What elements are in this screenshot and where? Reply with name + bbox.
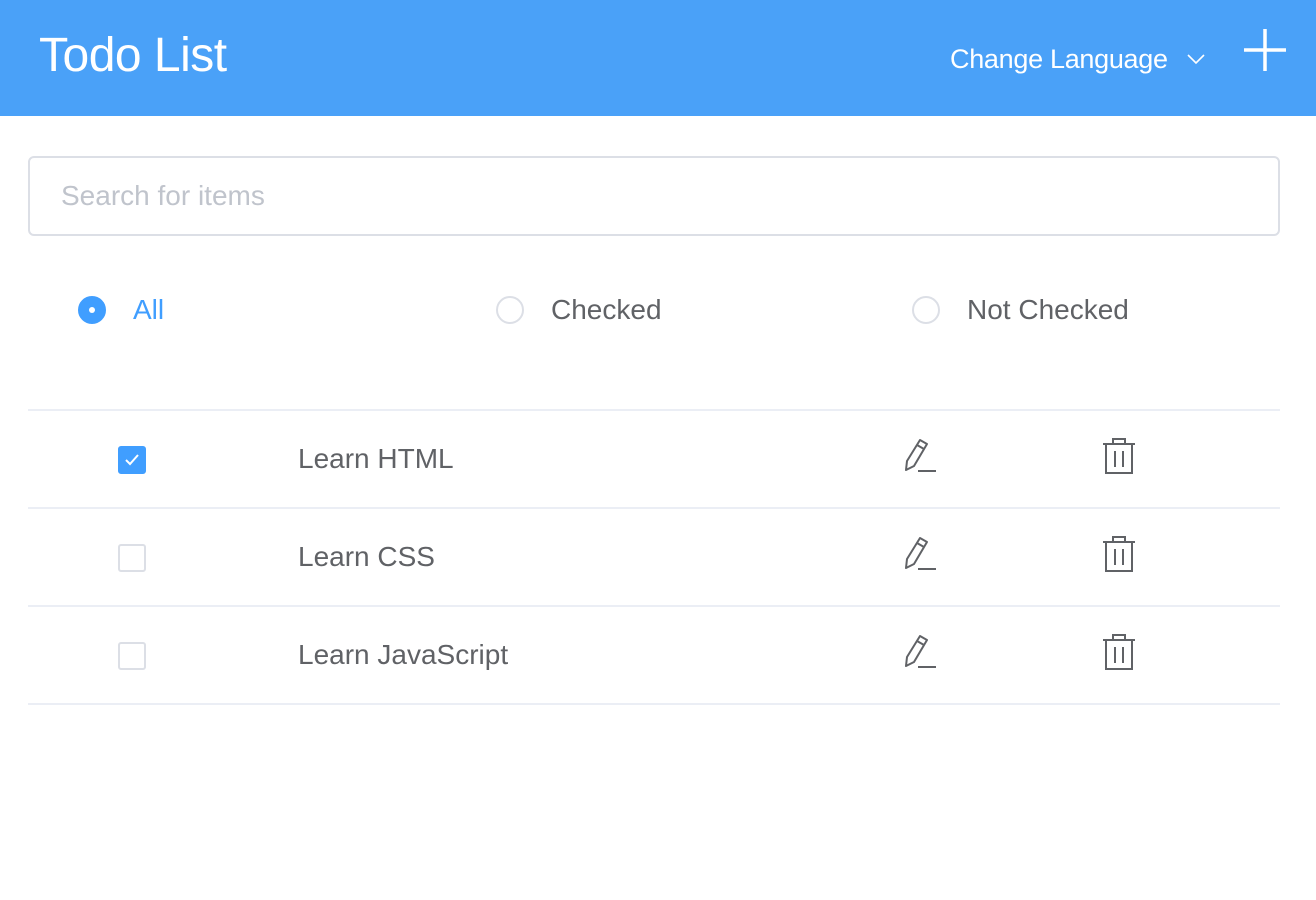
todo-checkbox[interactable] — [118, 642, 146, 670]
todo-checkbox[interactable] — [118, 544, 146, 572]
trash-icon[interactable] — [1102, 437, 1136, 475]
app-title: Todo List — [39, 29, 227, 82]
todo-row: Learn JavaScript — [28, 607, 1280, 703]
filter-checked[interactable]: Checked — [496, 292, 662, 328]
checkmark-icon — [125, 454, 139, 466]
search-box — [28, 156, 1280, 236]
todo-text: Learn CSS — [298, 541, 435, 572]
todo-text: Learn HTML — [298, 443, 454, 474]
trash-icon[interactable] — [1102, 535, 1136, 573]
filter-not-checked-label: Not Checked — [967, 294, 1129, 325]
filter-all[interactable]: All — [78, 292, 164, 328]
chevron-down-icon — [1187, 54, 1205, 65]
change-language-label: Change Language — [950, 43, 1168, 74]
pencil-icon[interactable] — [902, 535, 938, 573]
plus-icon — [1244, 29, 1286, 71]
todo-row: Learn CSS — [28, 509, 1280, 605]
change-language-dropdown[interactable]: Change Language — [950, 42, 1206, 76]
filter-all-label: All — [133, 294, 165, 325]
pencil-icon[interactable] — [902, 633, 938, 671]
search-input[interactable] — [30, 158, 1278, 234]
filter-all-radio[interactable] — [78, 296, 106, 324]
app-header: Todo List Change Language — [0, 0, 1316, 116]
todo-row: Learn HTML — [28, 411, 1280, 507]
todo-text: Learn JavaScript — [298, 639, 509, 670]
pencil-icon[interactable] — [902, 437, 938, 475]
row-divider — [28, 703, 1280, 705]
filter-not-checked-radio[interactable] — [912, 296, 940, 324]
filter-checked-label: Checked — [551, 294, 662, 325]
filter-not-checked[interactable]: Not Checked — [912, 292, 1129, 328]
add-todo-button[interactable] — [1243, 28, 1287, 72]
todo-checkbox[interactable] — [118, 446, 146, 474]
filter-checked-radio[interactable] — [496, 296, 524, 324]
trash-icon[interactable] — [1102, 633, 1136, 671]
